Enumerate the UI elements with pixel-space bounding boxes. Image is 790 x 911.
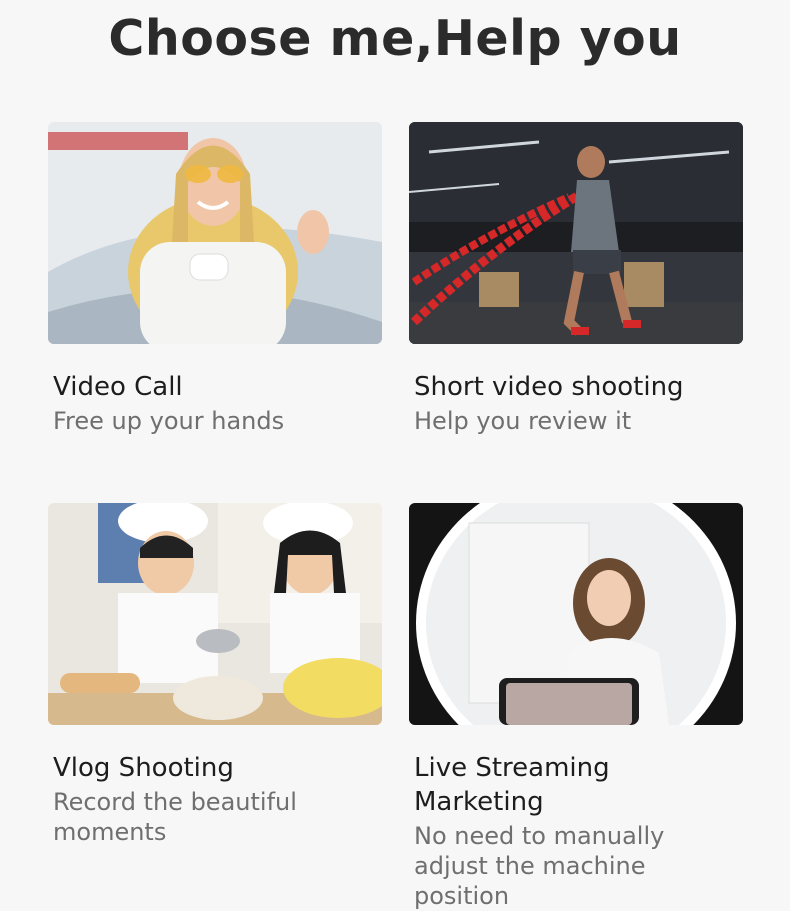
card-subtitle: Record the beautiful moments: [53, 788, 297, 846]
live-streaming-photo: [409, 503, 743, 725]
page-title: Choose me,Help you: [108, 10, 682, 67]
card-title: Live Streaming Marketing: [414, 753, 610, 817]
vlog-photo: [48, 503, 382, 725]
video-call-photo: [48, 122, 382, 344]
live-streaming-card: Live Streaming Marketing No need to manu…: [409, 503, 743, 911]
vlog-card: Vlog Shooting Record the beautiful momen…: [48, 503, 382, 847]
card-subtitle: No need to manually adjust the machine p…: [414, 822, 665, 910]
short-video-card: Short video shooting Help you review it: [409, 122, 743, 436]
card-title: Short video shooting: [414, 372, 684, 402]
card-subtitle: Free up your hands: [53, 407, 285, 435]
card-subtitle: Help you review it: [414, 407, 632, 435]
card-title: Video Call: [53, 372, 183, 402]
short-video-photo: [409, 122, 743, 344]
card-title: Vlog Shooting: [53, 753, 234, 783]
video-call-card: Video Call Free up your hands: [48, 122, 382, 436]
